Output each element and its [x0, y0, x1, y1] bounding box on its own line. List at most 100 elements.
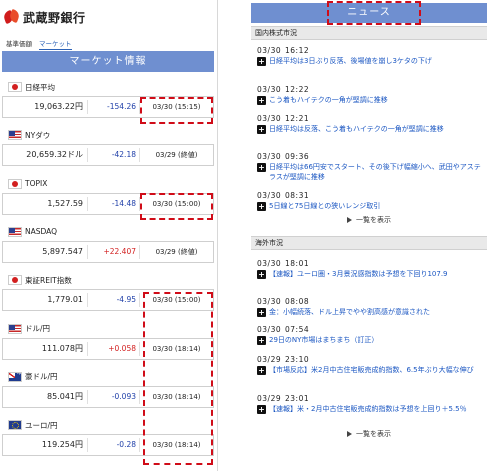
news-date: 03/30 — [257, 325, 282, 334]
bank-name: 武蔵野銀行 — [23, 10, 86, 25]
news-item[interactable]: 03/30 12:21 + 日経平均は反落、こう着もハイテクの一角が堅調に推移 — [257, 113, 483, 134]
news-timestamp: 03/29 23:01 — [257, 393, 483, 404]
domestic-more-link[interactable]: 一覧を表示 — [251, 215, 487, 225]
market-item-value: 85.041円 — [47, 391, 83, 401]
market-item-change: -4.95 — [116, 295, 136, 305]
news-date: 03/29 — [257, 355, 282, 364]
news-time: 12:21 — [285, 114, 310, 123]
highlight-box — [140, 193, 213, 220]
news-headline: 日経平均は3日ぶり反落、後場値を崩し3ケタの下げ — [269, 57, 432, 65]
news-headline: 【速報】ユーロ圏・3月景況感指数は予想を下回り107.9 — [269, 270, 448, 278]
market-item-value: 119.254円 — [41, 440, 83, 450]
news-timestamp: 03/30 08:31 — [257, 190, 483, 201]
news-headline-link[interactable]: + こう着もハイテクの一角が堅調に推移 — [257, 95, 483, 105]
market-item-value: 1,527.59 — [47, 198, 83, 208]
market-item[interactable]: NYダウ 20,659.32ドル -42.18 03/29 (終値) — [2, 124, 214, 172]
news-item[interactable]: 03/30 16:12 + 日経平均は3日ぶり反落、後場値を崩し3ケタの下げ — [257, 45, 483, 66]
news-headline: 29日のNY市場はまちまち（訂正） — [269, 336, 379, 344]
jp-flag-icon — [8, 275, 22, 286]
news-headline-link[interactable]: + 【速報】ユーロ圏・3月景況感指数は予想を下回り107.9 — [257, 269, 483, 279]
market-item-change: -0.093 — [111, 391, 136, 401]
overseas-more-link[interactable]: 一覧を表示 — [251, 429, 487, 439]
news-item[interactable]: 03/29 23:01 + 【速報】米・2月中古住宅販売成約指数は予想を上回り＋5.5… — [257, 393, 483, 414]
news-headline-link[interactable]: + 日経平均は反落、こう着もハイテクの一角が堅調に推移 — [257, 124, 483, 134]
market-item-name: 日経平均 — [25, 82, 55, 92]
eu-flag-icon — [8, 420, 22, 431]
market-item-name: NASDAQ — [25, 227, 58, 237]
news-headline: 日経平均は66円安でスタート、その後下げ幅縮小へ、武田やアステラスが堅調に推移 — [269, 163, 481, 181]
news-item[interactable]: 03/30 09:36 + 日経平均は66円安でスタート、その後下げ幅縮小へ、武田やア… — [257, 151, 483, 182]
news-headline: 日経平均は反落、こう着もハイテクの一角が堅調に推移 — [269, 125, 444, 133]
jp-flag-icon — [8, 82, 22, 92]
domestic-section-header: 国内株式市況 — [251, 26, 487, 40]
bank-header[interactable]: 武蔵野銀行 — [2, 6, 86, 28]
market-item-change: -154.26 — [107, 102, 136, 111]
jp-flag-icon — [8, 178, 22, 189]
news-timestamp: 03/30 09:36 — [257, 151, 483, 162]
triangle-right-icon — [347, 431, 352, 437]
plus-icon: + — [257, 366, 266, 375]
market-item-change: +22.407 — [103, 246, 136, 256]
news-timestamp: 03/29 23:10 — [257, 354, 483, 365]
highlight-box — [327, 1, 421, 25]
news-headline-link[interactable]: +5日線と75日線との狭いレンジ取引 — [257, 201, 483, 211]
triangle-right-icon — [347, 217, 352, 223]
market-item-change: +0.058 — [108, 343, 136, 353]
news-headline-link[interactable]: + 金：小幅続落、ドル上昇でやや割高感が意識された — [257, 307, 483, 317]
market-item-name: NYダウ — [25, 130, 51, 140]
plus-icon: + — [257, 202, 266, 211]
news-item[interactable]: 03/29 23:10 + 【市場反応】米2月中古住宅販売成約指数、6.5年ぶり大幅な… — [257, 354, 483, 375]
plus-icon: + — [257, 336, 266, 345]
highlight-box — [143, 292, 213, 465]
market-item[interactable]: NASDAQ 5,897.547 +22.407 03/29 (終値) — [2, 221, 214, 269]
news-item[interactable]: 03/30 08:31 +5日線と75日線との狭いレンジ取引 — [257, 190, 483, 211]
plus-icon: + — [257, 96, 266, 105]
news-headline: 5日線と75日線との狭いレンジ取引 — [269, 202, 381, 210]
market-item-value: 20,659.32ドル — [26, 150, 83, 160]
market-item-name-row: NASDAQ — [2, 223, 214, 241]
plus-icon: + — [257, 163, 266, 172]
news-headline-link[interactable]: + 【速報】米・2月中古住宅販売成約指数は予想を上回り＋5.5％ — [257, 404, 483, 414]
news-date: 03/30 — [257, 259, 282, 268]
news-date: 03/30 — [257, 297, 282, 306]
subnav-tab-market[interactable]: マーケット — [39, 38, 72, 50]
market-item-change: -42.18 — [111, 150, 136, 160]
news-item[interactable]: 03/30 12:22 + こう着もハイテクの一角が堅調に推移 — [257, 84, 483, 105]
plus-icon: + — [257, 125, 266, 134]
overseas-section-header: 海外市況 — [251, 236, 487, 250]
sub-navigation: 基準価額 マーケット — [0, 36, 217, 50]
au-flag-icon — [8, 371, 22, 382]
news-time: 07:54 — [285, 325, 310, 334]
plus-icon: + — [257, 308, 266, 317]
news-item[interactable]: 03/30 08:08 + 金：小幅続落、ドル上昇でやや割高感が意識された — [257, 296, 483, 317]
news-time: 23:01 — [285, 394, 310, 403]
news-timestamp: 03/30 07:54 — [257, 324, 483, 335]
market-item-name: ドル/円 — [25, 324, 51, 333]
us-flag-icon — [8, 130, 22, 141]
plus-icon: + — [257, 270, 266, 279]
news-headline: 【市場反応】米2月中古住宅販売成約指数、6.5年ぶり大幅な伸び — [269, 366, 474, 374]
news-headline-link[interactable]: + 【市場反応】米2月中古住宅販売成約指数、6.5年ぶり大幅な伸び — [257, 365, 483, 375]
news-date: 03/30 — [257, 191, 282, 200]
news-headline-link[interactable]: + 日経平均は3日ぶり反落、後場値を崩し3ケタの下げ — [257, 56, 483, 66]
bank-logo-icon — [2, 8, 21, 25]
news-item[interactable]: 03/30 18:01 + 【速報】ユーロ圏・3月景況感指数は予想を下回り107.9 — [257, 258, 483, 279]
market-item-change: -0.28 — [116, 440, 136, 450]
market-info-title: マーケット情報 — [2, 51, 214, 72]
news-timestamp: 03/30 16:12 — [257, 45, 483, 56]
subnav-tab-nav[interactable]: 基準価額 — [6, 38, 32, 48]
news-date: 03/30 — [257, 46, 282, 55]
news-headline-link[interactable]: +29日のNY市場はまちまち（訂正） — [257, 335, 483, 345]
plus-icon: + — [257, 405, 266, 414]
plus-icon: + — [257, 57, 266, 66]
market-item-name: ユーロ/円 — [25, 420, 58, 430]
news-item[interactable]: 03/30 07:54 +29日のNY市場はまちまち（訂正） — [257, 324, 483, 345]
news-time: 12:22 — [285, 85, 310, 94]
news-date: 03/29 — [257, 394, 282, 403]
us-flag-icon — [8, 323, 22, 334]
news-date: 03/30 — [257, 85, 282, 94]
news-timestamp: 03/30 12:22 — [257, 84, 483, 95]
market-item-change: -14.48 — [111, 198, 136, 208]
market-item-name: 東証REIT指数 — [25, 275, 72, 285]
news-headline-link[interactable]: + 日経平均は66円安でスタート、その後下げ幅縮小へ、武田やアステラスが堅調に推移 — [257, 162, 483, 182]
